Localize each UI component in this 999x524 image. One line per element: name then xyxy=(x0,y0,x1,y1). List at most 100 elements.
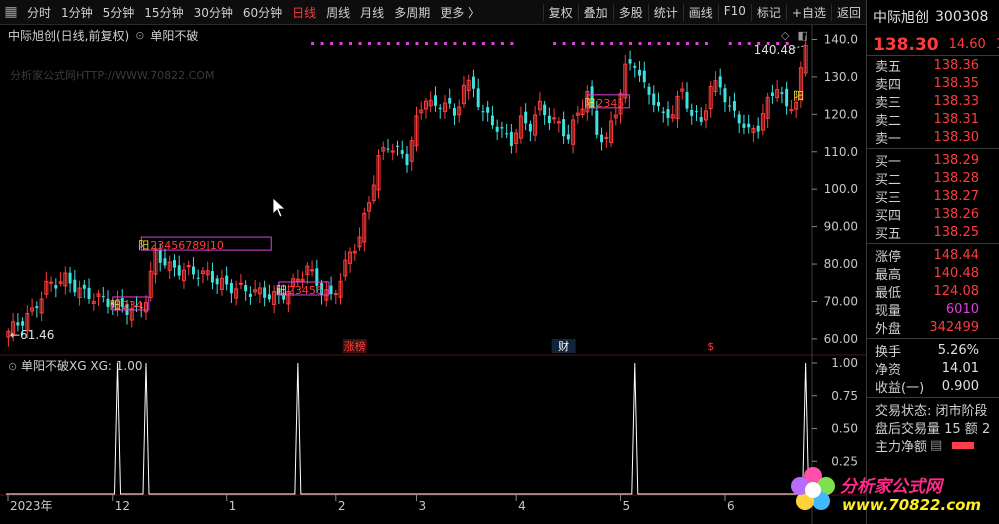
quote-row: 买三 138.27 xyxy=(867,187,999,206)
period-tab[interactable]: 30分钟 xyxy=(189,4,238,21)
candle-body xyxy=(196,277,200,279)
sub-y-tick-label: 1.00 xyxy=(831,356,858,370)
candle-body xyxy=(238,282,243,285)
divider xyxy=(867,338,999,339)
toolbar-buttons: 复权 叠加 多股 统计 画线 F10 标记 +自选 返回 xyxy=(542,3,866,21)
kline-chart[interactable]: 140.0 130.0 120.0 110.0 100.0 90.00 80.00 70.00… xyxy=(0,25,866,524)
signal-dot xyxy=(657,42,661,45)
signal-dot xyxy=(695,42,699,45)
signal-dot xyxy=(387,42,391,45)
candle-body xyxy=(789,109,794,112)
y-tick-label: 70.00 xyxy=(824,294,858,308)
candle-body xyxy=(263,287,267,298)
quote-header: 中际旭创 300308 xyxy=(867,0,999,34)
candle-body xyxy=(476,88,480,108)
toolbar-button[interactable]: 画线 xyxy=(682,3,718,21)
divider xyxy=(867,148,999,149)
quote-row: 涨停 148.44 xyxy=(867,246,999,265)
candle-body xyxy=(638,69,642,76)
toolbar-button[interactable]: 复权 xyxy=(542,3,578,21)
toolbar-button[interactable]: 统计 xyxy=(647,3,683,21)
signal-dot xyxy=(667,42,671,45)
period-tab[interactable]: 60分钟 xyxy=(238,4,287,21)
xg-signal-line xyxy=(6,362,810,495)
period-tab[interactable]: 周线 xyxy=(321,4,355,21)
period-tab[interactable]: 月线 xyxy=(355,4,389,21)
sub-indicator-icon[interactable]: ⊙ xyxy=(8,360,17,373)
signal-dot xyxy=(685,42,689,45)
period-tab[interactable]: 更多 〉 xyxy=(435,4,485,21)
period-tab[interactable]: 1分钟 xyxy=(56,4,98,21)
signal-dot xyxy=(320,42,324,45)
signal-dot xyxy=(396,42,400,45)
candle-body xyxy=(690,109,694,116)
quote-label: 收益(一) xyxy=(875,380,925,396)
candle-body xyxy=(471,76,475,89)
candle-body xyxy=(21,321,25,326)
signal-marker: 阳 xyxy=(110,299,121,312)
candle-body xyxy=(49,281,54,284)
candle-body xyxy=(742,123,746,128)
toolbar-button[interactable]: F10 xyxy=(717,3,751,21)
logo-url: www.70822.com xyxy=(842,496,982,514)
period-tab[interactable]: 日线 xyxy=(287,4,321,21)
quote-value: 138.26 xyxy=(933,206,980,222)
candle-body xyxy=(728,105,732,107)
signal-count: 23456 xyxy=(288,284,323,297)
quote-label: 卖二 xyxy=(875,113,902,129)
trade-status: 交易状态: 闭市阶段 xyxy=(875,403,988,419)
main-flow[interactable]: 主力净额 ▤ xyxy=(867,436,999,454)
candle-body xyxy=(82,284,86,289)
period-tab[interactable]: 多周期 xyxy=(389,4,435,21)
signal-dot xyxy=(510,42,514,45)
candle-body xyxy=(566,134,570,140)
candle-body xyxy=(509,131,513,146)
grid-menu-icon[interactable]: ▦ xyxy=(0,0,22,25)
candle-body xyxy=(652,93,656,106)
toolbar-button[interactable]: 返回 xyxy=(830,3,866,21)
bid-book: 买一 138.29 买二 138.28 买三 138.27 买四 138.26 买五 138.25 xyxy=(867,151,999,242)
low-price-annotation: ←61.46 xyxy=(10,328,54,342)
period-tab[interactable]: 5分钟 xyxy=(98,4,140,21)
candle-body xyxy=(481,111,485,113)
stats-list-2: 换手 5.26% 净资 14.01 收益(一) 0.900 xyxy=(867,341,999,396)
candle-body xyxy=(225,275,229,285)
candle-body xyxy=(552,117,557,120)
candle-body xyxy=(661,111,665,113)
toolbar-button[interactable]: +自选 xyxy=(785,3,831,21)
price-change: 14.60 xyxy=(948,37,986,52)
signal-dot xyxy=(415,42,419,45)
signal-dot xyxy=(553,42,557,45)
signal-dot xyxy=(500,42,504,45)
candle-body xyxy=(405,153,409,166)
y-tick-label: 100.0 xyxy=(824,182,858,196)
quote-value: 342499 xyxy=(929,319,979,335)
signal-dot xyxy=(339,42,343,45)
quote-row: 最低 124.08 xyxy=(867,282,999,301)
toolbar-button[interactable]: 叠加 xyxy=(577,3,613,21)
quote-value: 148.44 xyxy=(933,247,980,263)
ask-book: 卖五 138.36 卖四 138.35 卖三 138.33 卖二 138.31 卖一 138.30 xyxy=(867,56,999,147)
quote-value: 138.30 xyxy=(933,129,980,145)
period-tab[interactable]: 分时 xyxy=(22,4,56,21)
signal-count: 2345 xyxy=(596,97,624,110)
signal-dot xyxy=(406,42,409,45)
quote-label: 现量 xyxy=(875,303,902,319)
quote-value: 124.08 xyxy=(933,283,980,299)
signal-dot xyxy=(562,42,566,45)
candle-body xyxy=(215,278,219,285)
period-toolbar: ▦ 分时 1分钟 5分钟 15分钟 30分钟 60分钟 日线 周线 月线 多周期 更多 〉 复权 叠加… xyxy=(0,0,866,25)
candle-body xyxy=(386,148,390,150)
toolbar-button[interactable]: 多股 xyxy=(612,3,648,21)
x-tick-label: 2 xyxy=(338,499,346,513)
candle-body xyxy=(452,108,456,116)
stock-name: 中际旭创 xyxy=(873,10,929,26)
period-tab[interactable]: 15分钟 xyxy=(139,4,188,21)
toolbar-button[interactable]: 标记 xyxy=(750,3,786,21)
quote-label: 最低 xyxy=(875,285,902,301)
candle-body xyxy=(500,127,504,129)
quote-row: 现量 6010 xyxy=(867,300,999,319)
candle-body xyxy=(172,260,176,268)
quote-label: 买二 xyxy=(875,172,902,188)
event-badge: $ xyxy=(707,340,714,353)
